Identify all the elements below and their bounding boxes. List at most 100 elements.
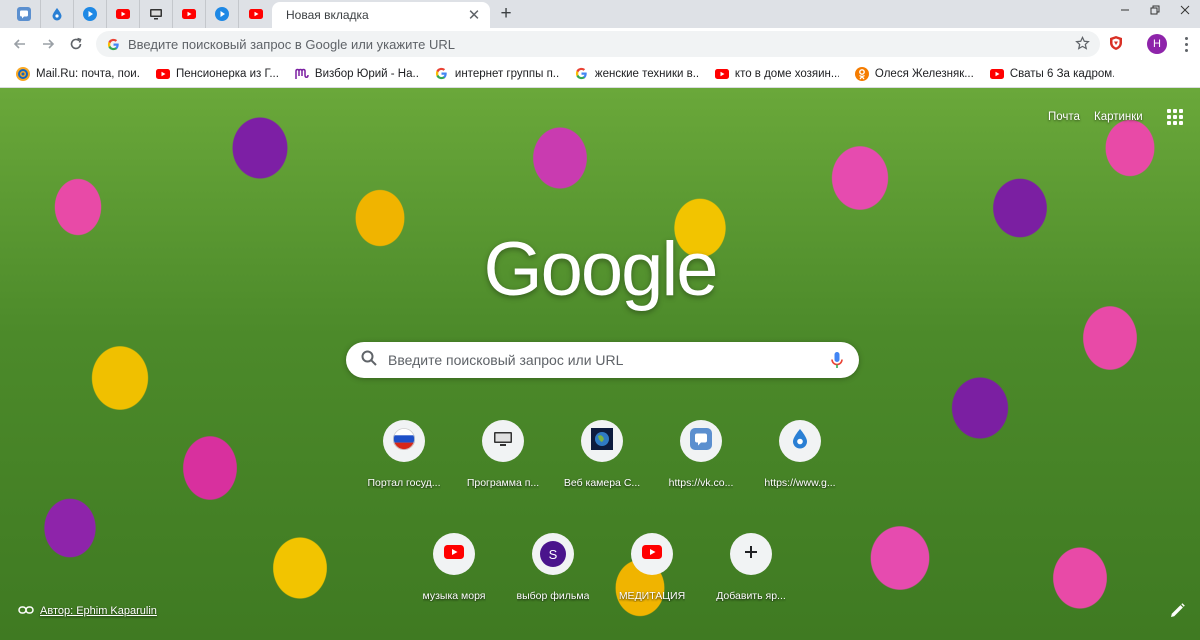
shortcut-icon-circle xyxy=(581,420,623,462)
active-tab[interactable]: Новая вкладка ✕ xyxy=(272,2,490,28)
shortcut-label: Портал госуд... xyxy=(367,477,441,489)
bookmark-4[interactable]: интернет группы п... xyxy=(429,63,565,85)
google-icon xyxy=(435,67,449,81)
add-shortcut-tile[interactable]: Добавить яр... xyxy=(701,523,801,607)
pinned-tab-8[interactable] xyxy=(239,0,272,28)
pinned-tab-4[interactable] xyxy=(107,0,140,28)
bookmark-label: кто в доме хозяин... xyxy=(734,67,839,80)
youtube-icon xyxy=(714,67,729,81)
google-icon xyxy=(575,67,589,81)
shortcut-tile-8[interactable]: МЕДИТАЦИЯ xyxy=(602,523,702,607)
youtube-icon xyxy=(156,67,170,81)
images-link[interactable]: Картинки xyxy=(1094,111,1143,123)
bookmark-6[interactable]: кто в доме хозяин... xyxy=(709,63,845,85)
shortcut-tile-1[interactable]: Портал госуд... xyxy=(354,410,454,494)
pinned-tab-6[interactable] xyxy=(173,0,206,28)
play-icon xyxy=(83,7,97,21)
close-tab-icon[interactable]: ✕ xyxy=(466,7,482,23)
shortcut-icon-circle xyxy=(433,533,475,575)
bookmark-label: Олеся Железняк... xyxy=(874,67,974,80)
letter-s-icon: S xyxy=(540,541,566,567)
vk-chat-icon xyxy=(17,7,31,21)
restore-icon xyxy=(1150,5,1160,15)
bookmark-label: Пенсионерка из Г... xyxy=(176,67,279,80)
google-apps-icon[interactable] xyxy=(1167,109,1183,125)
bookmark-label: Визбор Юрий - На... xyxy=(314,67,419,80)
active-tab-title: Новая вкладка xyxy=(286,8,369,22)
monitor-icon xyxy=(149,7,163,21)
pinned-tab-5[interactable] xyxy=(140,0,173,28)
reload-button[interactable] xyxy=(62,30,90,58)
bookmark-2[interactable]: Пенсионерка из Г... xyxy=(150,63,285,85)
bookmark-3[interactable]: Визбор Юрий - На... xyxy=(289,63,425,85)
youtube-icon xyxy=(642,544,662,564)
reload-icon xyxy=(70,37,82,50)
shortcut-tile-2[interactable]: Программа п... xyxy=(453,410,553,494)
pinned-tabs xyxy=(8,0,272,28)
youtube-icon xyxy=(116,7,130,21)
back-button[interactable] xyxy=(6,30,34,58)
link-icon xyxy=(18,602,34,620)
bookmark-label: Сваты 6 За кадром... xyxy=(1009,67,1114,80)
shortcut-icon-circle xyxy=(730,533,772,575)
bookmark-8[interactable]: Сваты 6 За кадром... xyxy=(984,63,1120,85)
ok-icon xyxy=(854,66,869,81)
shortcut-label: Веб камера С... xyxy=(563,477,641,489)
bookmark-label: женские техники в... xyxy=(594,67,699,80)
shortcut-tile-5[interactable]: https://www.g... xyxy=(750,410,850,494)
forward-button[interactable] xyxy=(34,30,62,58)
customize-pencil-icon[interactable] xyxy=(1168,602,1186,620)
window-controls xyxy=(1110,0,1200,20)
close-icon xyxy=(1180,5,1190,15)
google-g-icon xyxy=(106,37,120,51)
search-box[interactable] xyxy=(346,342,859,378)
vk-chat-icon xyxy=(690,427,712,455)
attribution-text: Автор: Ephim Kaparulin xyxy=(40,605,157,617)
pinned-tab-2[interactable] xyxy=(41,0,74,28)
profile-avatar[interactable]: Н xyxy=(1147,34,1167,54)
pinned-tab-1[interactable] xyxy=(8,0,41,28)
shortcut-label: https://www.g... xyxy=(764,477,836,489)
bookmark-label: Mail.Ru: почта, пои... xyxy=(36,67,140,80)
restore-button[interactable] xyxy=(1140,0,1170,20)
close-window-button[interactable] xyxy=(1170,0,1200,20)
bookmark-star-icon[interactable] xyxy=(1075,35,1090,56)
pinned-tab-3[interactable] xyxy=(74,0,107,28)
bookmark-label: интернет группы п... xyxy=(454,67,559,80)
gmail-link[interactable]: Почта xyxy=(1048,111,1080,123)
shortcut-tile-3[interactable]: Веб камера С... xyxy=(552,410,652,494)
letter-s-text: S xyxy=(548,546,558,562)
shortcut-tile-6[interactable]: музыка моря xyxy=(404,523,504,607)
shortcut-tile-4[interactable]: https://vk.co... xyxy=(651,410,751,494)
drop-icon xyxy=(791,428,809,455)
adblock-shield-icon[interactable] xyxy=(1108,35,1124,56)
tab-strip: Новая вкладка ✕ + xyxy=(0,0,1200,28)
youtube-icon xyxy=(444,544,464,564)
bookmark-5[interactable]: женские техники в... xyxy=(569,63,705,85)
address-bar[interactable] xyxy=(96,31,1100,57)
youtube-icon xyxy=(989,67,1004,81)
google-logo: Google xyxy=(483,227,718,312)
new-tab-button[interactable]: + xyxy=(494,3,518,25)
background-attribution[interactable]: Автор: Ephim Kaparulin xyxy=(18,602,157,620)
bookmark-7[interactable]: Олеся Железняк... xyxy=(849,63,980,85)
search-input[interactable] xyxy=(388,352,823,368)
shortcut-icon-circle: S xyxy=(532,533,574,575)
more-menu-icon[interactable] xyxy=(1178,34,1194,54)
pinned-tab-7[interactable] xyxy=(206,0,239,28)
my-icon xyxy=(295,67,309,81)
new-tab-page: Почта Картинки Google Портал госуд... Пр… xyxy=(0,88,1200,640)
mailru-icon xyxy=(16,66,30,81)
russia-flag-icon xyxy=(393,427,415,455)
shortcut-label: МЕДИТАЦИЯ xyxy=(618,590,686,602)
shortcut-icon-circle xyxy=(383,420,425,462)
youtube-icon xyxy=(248,7,263,21)
minimize-icon xyxy=(1121,9,1129,11)
omnibox-input[interactable] xyxy=(128,36,1100,52)
shortcut-tile-7[interactable]: S выбор фильма xyxy=(503,523,603,607)
shortcut-label: выбор фильма xyxy=(516,590,590,602)
microphone-icon[interactable] xyxy=(823,346,851,374)
minimize-button[interactable] xyxy=(1110,0,1140,20)
bookmark-1[interactable]: Mail.Ru: почта, пои... xyxy=(10,63,146,85)
back-arrow-icon xyxy=(13,39,25,49)
